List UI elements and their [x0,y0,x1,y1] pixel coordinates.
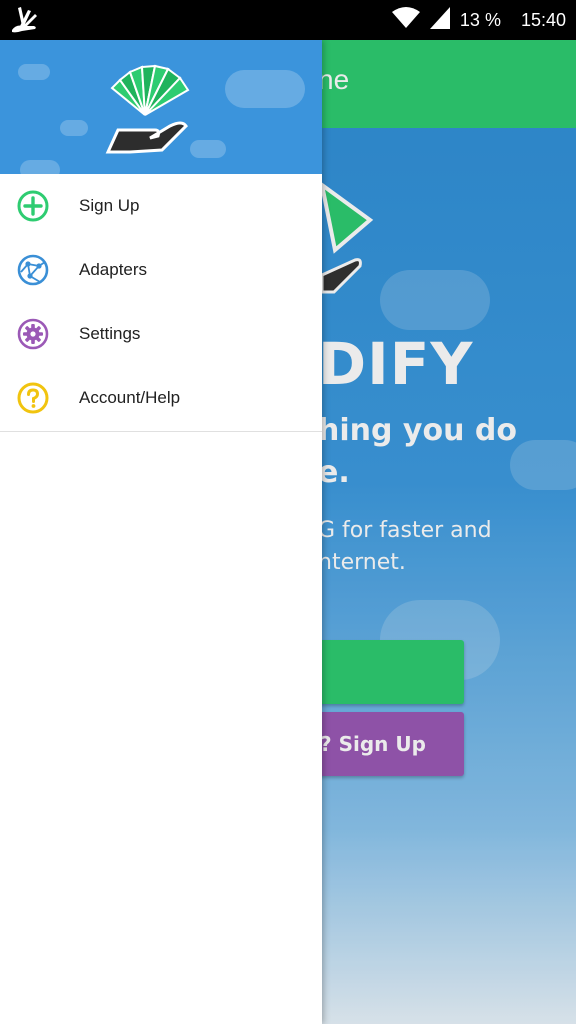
drawer-header [0,40,322,174]
menu-item-settings[interactable]: Settings [0,302,322,366]
drawer-menu: Sign Up Adapters Settings Account/Help [0,174,322,430]
gear-icon [16,317,50,351]
battery-percent: 13 % [459,9,501,30]
menu-item-label: Account/Help [79,388,181,407]
help-circle-icon [16,381,50,415]
hand-fan-logo [105,64,190,154]
menu-item-label: Sign Up [79,196,140,215]
menu-item-label: Adapters [79,260,148,279]
app-logo-icon [10,6,40,38]
menu-item-account-help[interactable]: Account/Help [0,366,322,430]
clock: 15:40 [520,9,566,30]
plus-circle-icon [16,189,50,223]
menu-item-adapters[interactable]: Adapters [0,238,322,302]
navigation-drawer: Sign Up Adapters Settings Account/Help [0,40,322,1024]
signal-icon [429,6,450,34]
status-bar: 13 % 15:40 [0,0,576,40]
menu-divider [0,431,322,432]
menu-item-sign-up[interactable]: Sign Up [0,174,322,238]
wifi-icon [391,6,420,34]
menu-item-label: Settings [79,324,141,343]
network-globe-icon [16,253,50,287]
